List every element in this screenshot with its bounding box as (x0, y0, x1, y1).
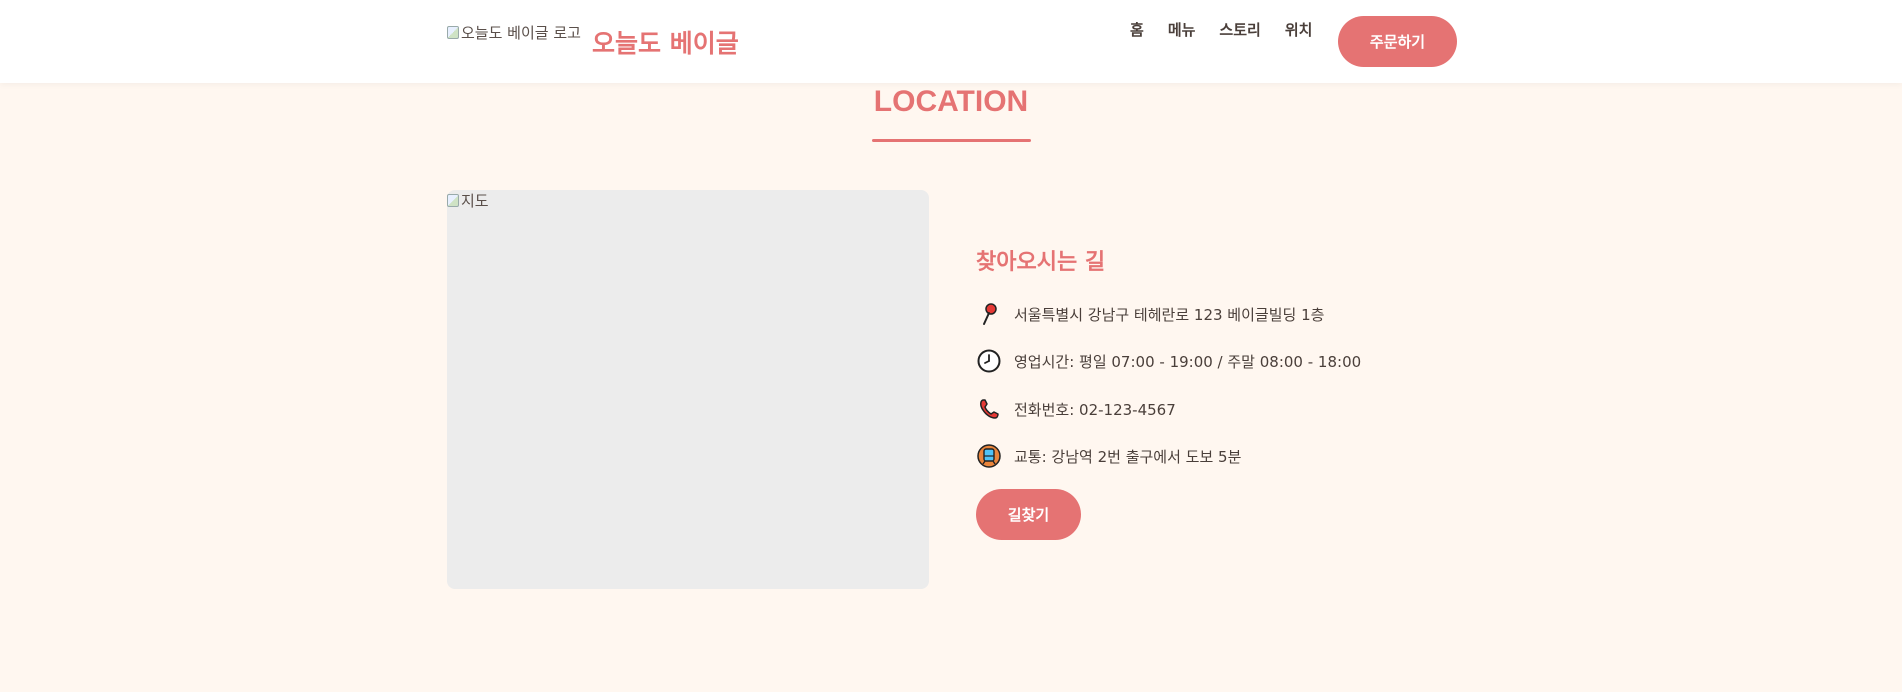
pushpin-icon (976, 301, 1002, 327)
transit-text: 교통: 강남역 2번 출구에서 도보 5분 (1014, 447, 1242, 466)
brand-name[interactable]: 오늘도 베이글 (592, 24, 739, 60)
nav-item-location[interactable]: 위치 (1285, 19, 1313, 40)
directions-title: 찾아오시는 길 (976, 250, 1106, 275)
broken-image-icon (447, 194, 459, 207)
transit-row: 교통: 강남역 2번 출구에서 도보 5분 (976, 443, 1241, 469)
train-icon (976, 443, 1002, 469)
telephone-icon (976, 396, 1002, 422)
phone-text: 전화번호: 02-123-4567 (1014, 400, 1176, 419)
map-alt: 지도 (447, 190, 489, 211)
nav-item-menu[interactable]: 메뉴 (1168, 19, 1196, 40)
address-row: 서울특별시 강남구 테헤란로 123 베이글빌딩 1층 (976, 301, 1324, 327)
map-image: 지도 (447, 190, 929, 589)
map-alt-text: 지도 (461, 192, 489, 210)
nav-item-home[interactable]: 홈 (1130, 19, 1144, 40)
clock-icon (976, 348, 1002, 374)
main-nav: 홈 메뉴 스토리 위치 (1130, 19, 1336, 40)
address-text: 서울특별시 강남구 테헤란로 123 베이글빌딩 1층 (1014, 305, 1325, 324)
phone-row: 전화번호: 02-123-4567 (976, 396, 1176, 422)
section-title: LOCATION (873, 85, 1029, 118)
broken-image-icon (447, 26, 459, 39)
logo-image[interactable]: 오늘도 베이글 로고 (447, 22, 581, 43)
nav-item-story[interactable]: 스토리 (1219, 19, 1260, 40)
title-underline (872, 139, 1031, 142)
hours-row: 영업시간: 평일 07:00 - 19:00 / 주말 08:00 - 18:0… (976, 348, 1361, 374)
hours-text: 영업시간: 평일 07:00 - 19:00 / 주말 08:00 - 18:0… (1014, 352, 1362, 371)
logo-alt-text: 오늘도 베이글 로고 (461, 24, 581, 42)
directions-button[interactable]: 길찾기 (976, 489, 1081, 540)
site-header: 오늘도 베이글 로고 오늘도 베이글 홈 메뉴 스토리 위치 주문하기 (0, 0, 1902, 83)
order-button[interactable]: 주문하기 (1338, 16, 1457, 67)
